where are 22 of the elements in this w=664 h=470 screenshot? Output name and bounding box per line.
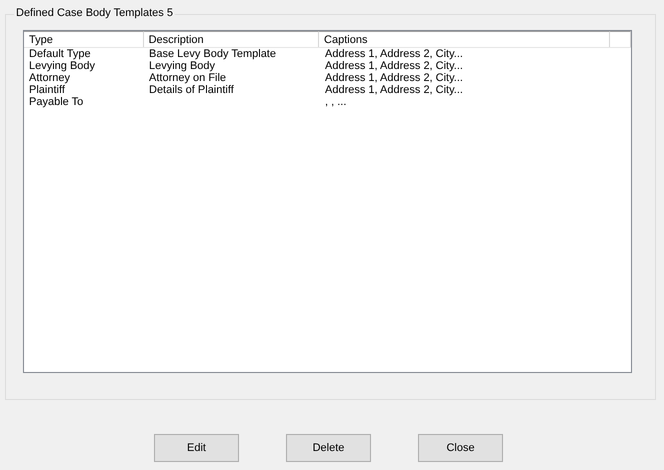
close-button[interactable]: Close xyxy=(418,434,503,462)
group-title: Defined Case Body Templates 5 xyxy=(14,7,175,19)
table-cell: Address 1, Address 2, City... xyxy=(325,84,463,96)
table-cell: Address 1, Address 2, City... xyxy=(325,60,463,72)
column-header[interactable]: Captions xyxy=(319,31,610,47)
table-cell: Attorney on File xyxy=(149,72,226,84)
table-cell: Default Type xyxy=(29,48,91,60)
table-cell: , , ... xyxy=(325,96,346,108)
table-cell: Levying Body xyxy=(29,60,96,72)
table-cell: Address 1, Address 2, City... xyxy=(325,72,463,84)
delete-button[interactable]: Delete xyxy=(286,434,371,462)
column-header[interactable]: Description xyxy=(144,31,320,47)
table-cell: Plaintiff xyxy=(29,84,65,96)
edit-button[interactable]: Edit xyxy=(154,434,239,462)
table-cell: Payable To xyxy=(29,96,84,108)
table-cell: Address 1, Address 2, City... xyxy=(325,48,463,60)
table-cell: Details of Plaintiff xyxy=(149,84,234,96)
table-cell: Levying Body xyxy=(149,60,216,72)
table-cell: Attorney xyxy=(29,72,70,84)
template-list[interactable] xyxy=(23,30,632,373)
column-header[interactable]: Type xyxy=(24,31,144,47)
table-cell: Base Levy Body Template xyxy=(149,48,276,60)
